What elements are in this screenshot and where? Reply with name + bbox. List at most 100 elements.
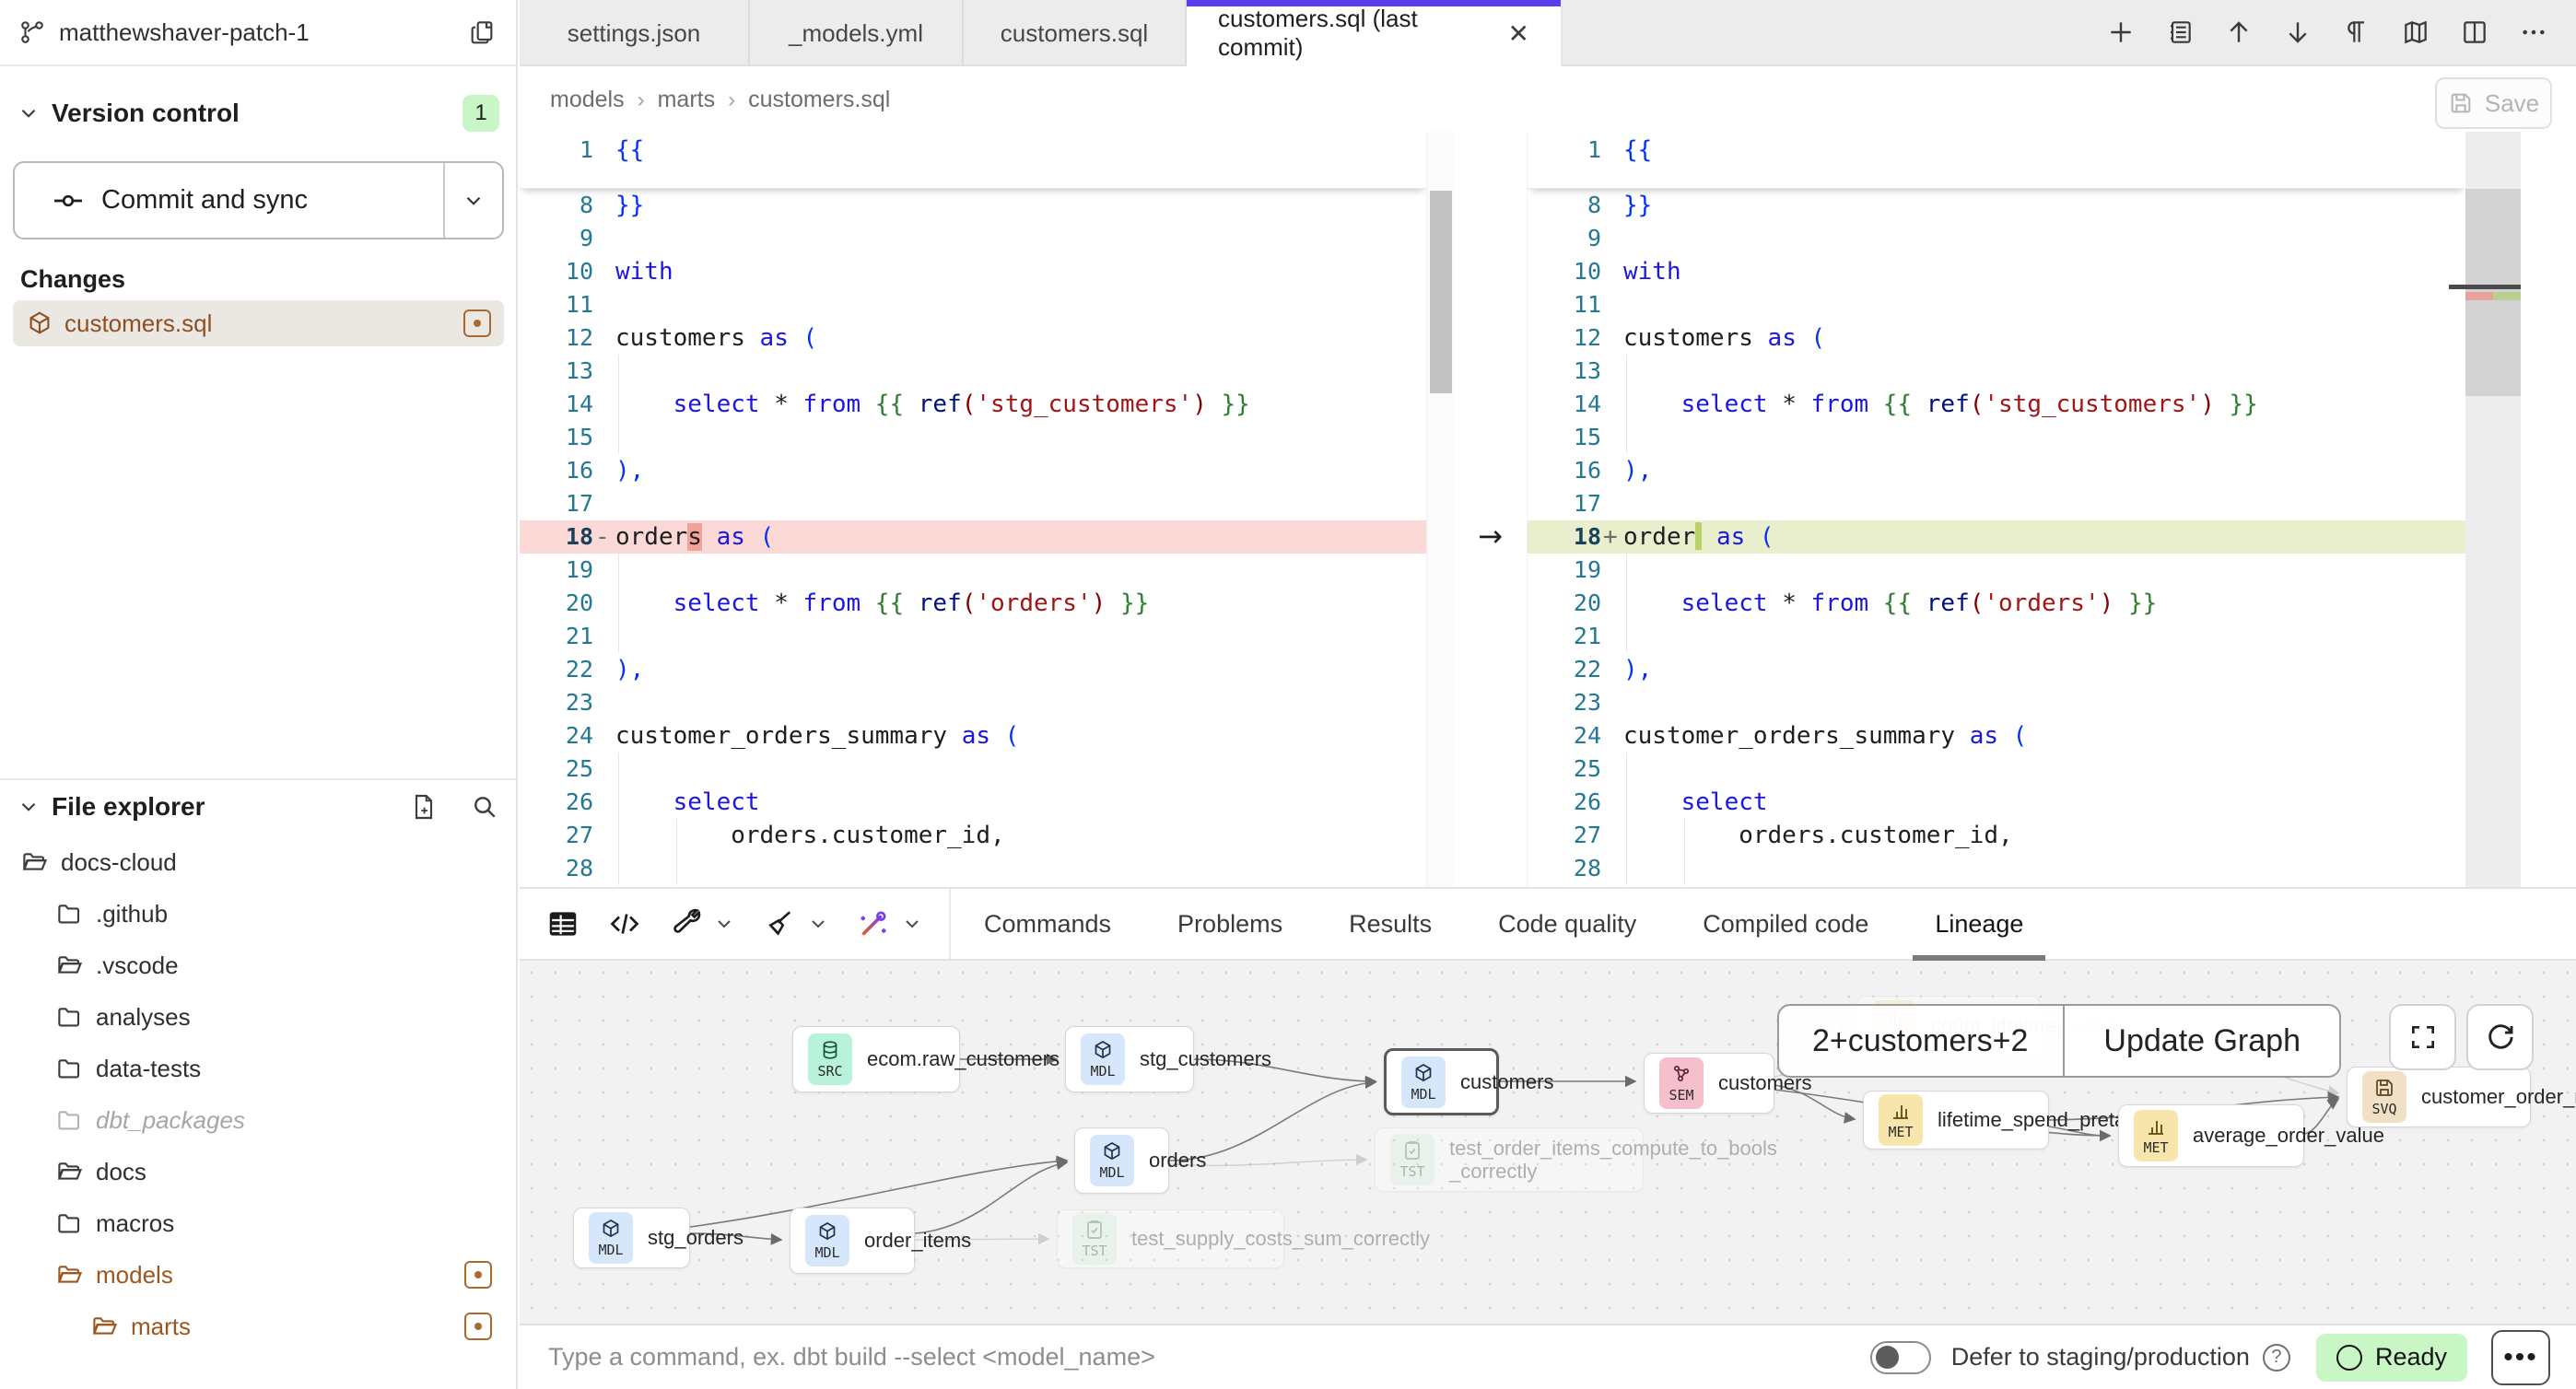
code-line-28[interactable]: 28 — [1528, 852, 2465, 885]
code-line-8[interactable]: 8}} — [520, 189, 1426, 222]
bottom-tab-lineage[interactable]: Lineage — [1902, 889, 2056, 959]
code-line-12[interactable]: 12customers as ( — [1528, 321, 2465, 355]
code-line-28[interactable]: 28 — [520, 852, 1426, 885]
code-line-15[interactable]: 15 — [520, 421, 1426, 454]
lineage-node-lifetime-spend-pretax[interactable]: METlifetime_spend_pretax — [1863, 1091, 2049, 1150]
file-tree-item-marts[interactable]: marts — [0, 1301, 516, 1352]
code-line-27[interactable]: 27 orders.customer_id, — [520, 819, 1426, 852]
code-line-20[interactable]: 20 select * from {{ ref('orders') }} — [520, 587, 1426, 620]
lineage-node-stg-customers[interactable]: MDLstg_customers — [1065, 1026, 1194, 1092]
bottom-tab-commands[interactable]: Commands — [951, 889, 1144, 959]
diff-pane-modified[interactable]: 1{{ 8}}910with1112customers as (1314 sele… — [1528, 132, 2465, 887]
file-tree-item-dbt-packages[interactable]: dbt_packages — [0, 1094, 516, 1146]
code-line-10[interactable]: 10with — [1528, 255, 2465, 288]
search-icon[interactable] — [470, 792, 499, 822]
bottom-tab-problems[interactable]: Problems — [1144, 889, 1316, 959]
code-line-17[interactable]: 17 — [1528, 487, 2465, 520]
diff-pane-original[interactable]: 1{{8}}910with1112customers as (1314 sele… — [520, 132, 1426, 887]
split-editor-icon[interactable] — [2456, 14, 2493, 51]
lineage-node-customers-mdl[interactable]: MDLcustomers — [1384, 1048, 1499, 1115]
file-tree-item-data-tests[interactable]: data-tests — [0, 1043, 516, 1094]
code-line-15[interactable]: 15 — [1528, 421, 2465, 454]
code-line-22[interactable]: 22), — [520, 653, 1426, 686]
code-line-23[interactable]: 23 — [520, 686, 1426, 719]
breadcrumb-item[interactable]: customers.sql — [748, 87, 890, 113]
selector-input[interactable]: 2+customers+2 — [1779, 1006, 2063, 1076]
code-line-24[interactable]: 24customer_orders_summary as ( — [1528, 719, 2465, 753]
code-line-14[interactable]: 14 select * from {{ ref('stg_customers')… — [1528, 388, 2465, 421]
tab-customers-sql[interactable]: customers.sql — [964, 0, 1187, 66]
code-line-25[interactable]: 25 — [520, 753, 1426, 786]
code-line-9[interactable]: 9 — [1528, 222, 2465, 255]
editor-scrollbar[interactable] — [1426, 132, 1454, 887]
code-line-20[interactable]: 20 select * from {{ ref('orders') }} — [1528, 587, 2465, 620]
chevron-down-icon[interactable] — [807, 913, 829, 935]
code-line-14[interactable]: 14 select * from {{ ref('stg_customers')… — [520, 388, 1426, 421]
copy-icon[interactable] — [468, 18, 498, 47]
minimap[interactable] — [2465, 132, 2521, 887]
version-control-header[interactable]: Version control 1 — [0, 88, 516, 139]
code-line-11[interactable]: 11 — [520, 288, 1426, 321]
code-line-19[interactable]: 19 — [520, 554, 1426, 587]
lineage-node-customers-sem[interactable]: SEMcustomers — [1644, 1053, 1774, 1114]
save-button[interactable]: Save — [2435, 77, 2552, 129]
lineage-canvas[interactable]: SRCecom.raw_customers MDLstg_customers MDL… — [520, 961, 2576, 1324]
code-line-1[interactable]: 1{{ — [520, 132, 1426, 169]
new-file-icon[interactable] — [409, 792, 439, 822]
wrench-icon[interactable] — [669, 907, 702, 940]
file-tree-item--github[interactable]: .github — [0, 888, 516, 940]
lineage-node-ecom-raw-customers[interactable]: SRCecom.raw_customers — [792, 1026, 960, 1092]
code-line-11[interactable]: 11 — [1528, 288, 2465, 321]
commit-and-sync-button[interactable]: Commit and sync — [13, 161, 504, 239]
more-options-button[interactable]: ••• — [2491, 1330, 2550, 1385]
tab--models-yml[interactable]: _models.yml — [750, 0, 964, 66]
refresh-button[interactable] — [2466, 1004, 2534, 1070]
code-line-18[interactable]: 18+order as ( — [1528, 520, 2465, 554]
code-line-17[interactable]: 17 — [520, 487, 1426, 520]
chevron-down-icon[interactable] — [901, 913, 923, 935]
file-explorer-header[interactable]: File explorer — [0, 785, 516, 829]
file-tree-item-analyses[interactable]: analyses — [0, 991, 516, 1043]
bottom-tab-results[interactable]: Results — [1316, 889, 1465, 959]
arrow-down-icon[interactable] — [2279, 14, 2316, 51]
plus-icon[interactable] — [2102, 14, 2139, 51]
code-icon[interactable] — [608, 907, 641, 940]
code-line-13[interactable]: 13 — [520, 355, 1426, 388]
update-graph-button[interactable]: Update Graph — [2063, 1006, 2339, 1076]
code-line-26[interactable]: 26 select — [1528, 786, 2465, 819]
code-line-24[interactable]: 24customer_orders_summary as ( — [520, 719, 1426, 753]
fullscreen-button[interactable] — [2389, 1004, 2456, 1070]
magic-wand-icon[interactable] — [857, 907, 890, 940]
command-input[interactable]: Type a command, ex. dbt build --select <… — [548, 1343, 1870, 1371]
code-line-21[interactable]: 21 — [1528, 620, 2465, 653]
code-line-26[interactable]: 26 select — [520, 786, 1426, 819]
file-tree-item--vscode[interactable]: .vscode — [0, 940, 516, 991]
code-line-27[interactable]: 27 orders.customer_id, — [1528, 819, 2465, 852]
code-line-1[interactable]: 1{{ — [1528, 132, 2465, 169]
lineage-node-average-order-value[interactable]: METaverage_order_value — [2118, 1104, 2304, 1167]
breadcrumb-item[interactable]: marts — [658, 87, 716, 113]
chevron-down-icon[interactable] — [713, 913, 735, 935]
broom-icon[interactable] — [763, 907, 796, 940]
code-line-25[interactable]: 25 — [1528, 753, 2465, 786]
ellipsis-icon[interactable] — [2515, 14, 2552, 51]
code-line-18[interactable]: 18-orders as ( — [520, 520, 1426, 554]
diff-editor[interactable]: 1{{8}}910with1112customers as (1314 sele… — [520, 132, 2576, 887]
map-icon[interactable] — [2397, 14, 2434, 51]
code-line-13[interactable]: 13 — [1528, 355, 2465, 388]
code-line-16[interactable]: 16), — [1528, 454, 2465, 487]
lineage-node-test-order-items-compute-to-bools-correctly[interactable]: TSTtest_order_items_compute_to_bools _co… — [1375, 1127, 1644, 1192]
code-line-10[interactable]: 10with — [520, 255, 1426, 288]
code-line-8[interactable]: 8}} — [1528, 189, 2465, 222]
lineage-node-orders[interactable]: MDLorders — [1074, 1127, 1169, 1194]
code-line-16[interactable]: 16), — [520, 454, 1426, 487]
defer-toggle[interactable] — [1870, 1341, 1931, 1374]
file-tree-item-models[interactable]: models — [0, 1249, 516, 1301]
close-tab-icon[interactable]: ✕ — [1508, 18, 1529, 49]
code-line-23[interactable]: 23 — [1528, 686, 2465, 719]
code-line-9[interactable]: 9 — [520, 222, 1426, 255]
lineage-node-order-items[interactable]: MDLorder_items — [790, 1208, 915, 1274]
arrow-up-icon[interactable] — [2220, 14, 2257, 51]
tab-settings-json[interactable]: settings.json — [520, 0, 750, 66]
bottom-tab-code-quality[interactable]: Code quality — [1465, 889, 1669, 959]
